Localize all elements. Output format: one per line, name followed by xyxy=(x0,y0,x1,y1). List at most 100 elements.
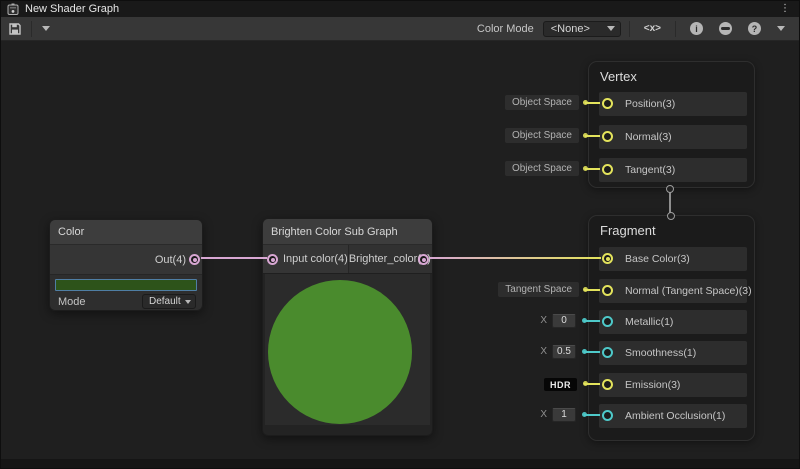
shader-graph-icon xyxy=(7,3,19,15)
vertex-node-title: Vertex xyxy=(600,69,637,84)
save-icon xyxy=(9,23,21,35)
position-port[interactable] xyxy=(602,98,613,109)
emission-port[interactable] xyxy=(602,379,613,390)
tangent-port[interactable] xyxy=(602,164,613,175)
metallic-control: X 0 xyxy=(540,313,576,328)
edge-subgraph-to-fragment[interactable] xyxy=(430,257,601,259)
base-color-port[interactable] xyxy=(602,253,613,264)
out-label: Out(4) xyxy=(155,254,186,266)
connector-dot xyxy=(667,212,675,220)
input-color-label: Input color(4) xyxy=(283,253,348,265)
toolbar: Color Mode <None> <x> i ? xyxy=(1,17,799,41)
slot-normal-tangent-space: Normal (Tangent Space)(3) xyxy=(599,279,747,303)
slot-label: Normal(3) xyxy=(625,131,672,143)
stub-wire xyxy=(585,102,600,104)
normal-tangent-space-port[interactable] xyxy=(602,285,613,296)
subgraph-preview xyxy=(265,274,430,425)
space-hint-normal-ts: Tangent Space xyxy=(498,282,579,297)
hdr-badge[interactable]: HDR xyxy=(544,378,577,391)
stub-wire xyxy=(584,351,600,353)
normal-port[interactable] xyxy=(602,131,613,142)
subgraph-node-header[interactable]: Brighten Color Sub Graph xyxy=(263,219,432,245)
chevron-down-icon xyxy=(42,26,50,31)
subgraph-node[interactable]: Brighten Color Sub Graph Input color(4) … xyxy=(262,218,433,436)
code-icon: <x> xyxy=(644,23,661,34)
color-mode-value: <None> xyxy=(551,23,590,35)
ambient-occlusion-control: X 1 xyxy=(540,407,576,422)
chevron-down-icon xyxy=(607,26,615,31)
title-bar: New Shader Graph ⋮ xyxy=(1,1,799,17)
color-mode-dropdown[interactable]: <None> xyxy=(543,21,621,37)
color-out-row: Out(4) xyxy=(50,245,202,274)
slot-label: Smoothness(1) xyxy=(625,347,696,359)
color-node[interactable]: Color Out(4) Mode Default xyxy=(49,219,203,311)
slot-metallic: Metallic(1) xyxy=(599,310,747,334)
smoothness-value-field[interactable]: 0.5 xyxy=(552,345,576,359)
main-preview-button[interactable] xyxy=(713,18,738,40)
slot-label: Position(3) xyxy=(625,98,675,110)
window-bottom-edge xyxy=(1,459,799,468)
color-node-title: Color xyxy=(58,226,84,238)
toolbar-separator xyxy=(675,21,676,37)
help-button[interactable]: ? xyxy=(742,18,767,40)
color-out-port[interactable] xyxy=(189,254,200,265)
subgraph-node-title: Brighten Color Sub Graph xyxy=(271,226,398,238)
edge-color-to-subgraph[interactable] xyxy=(201,257,267,259)
brighter-color-port[interactable] xyxy=(418,254,429,265)
space-hint-position: Object Space xyxy=(505,95,579,110)
slot-ambient-occlusion: Ambient Occlusion(1) xyxy=(599,404,747,428)
smoothness-control: X 0.5 xyxy=(540,344,576,359)
mode-row: Mode Default xyxy=(50,291,202,309)
slot-emission: Emission(3) xyxy=(599,373,747,397)
slot-label: Emission(3) xyxy=(625,379,680,391)
stub-wire xyxy=(585,168,600,170)
metallic-port[interactable] xyxy=(602,316,613,327)
axis-label: X xyxy=(540,315,547,326)
slot-smoothness: Smoothness(1) xyxy=(599,341,747,365)
color-node-header[interactable]: Color xyxy=(50,220,202,245)
fragment-node[interactable]: Fragment Base Color(3) Normal (Tangent S… xyxy=(588,215,755,441)
save-asset-button[interactable] xyxy=(3,18,27,40)
info-icon: i xyxy=(690,22,703,35)
input-color-port[interactable] xyxy=(267,254,278,265)
kebab-menu-icon[interactable]: ⋮ xyxy=(780,4,790,14)
slot-label: Metallic(1) xyxy=(625,316,673,328)
save-options-button[interactable] xyxy=(36,18,56,40)
sphere-preview-icon xyxy=(719,22,732,35)
color-node-body: Mode Default xyxy=(50,274,202,311)
chevron-down-icon xyxy=(777,26,785,31)
slot-normal: Normal(3) xyxy=(599,125,747,149)
toolbar-separator xyxy=(31,21,32,37)
graph-inspector-button[interactable]: i xyxy=(684,18,709,40)
ambient-occlusion-port[interactable] xyxy=(602,410,613,421)
shader-graph-window: New Shader Graph ⋮ Color Mode <None> xyxy=(0,0,800,469)
view-generated-shader-button[interactable]: <x> xyxy=(638,18,667,40)
stub-wire xyxy=(584,383,600,385)
metallic-value-field[interactable]: 0 xyxy=(552,314,576,328)
connector-dot xyxy=(666,185,674,193)
axis-label: X xyxy=(540,346,547,357)
color-mode-label: Color Mode xyxy=(477,23,534,35)
smoothness-port[interactable] xyxy=(602,347,613,358)
slot-base-color: Base Color(3) xyxy=(599,247,747,271)
toolbar-more-button[interactable] xyxy=(771,18,791,40)
vertex-node[interactable]: Vertex Position(3) Normal(3) Tangent(3) xyxy=(588,61,755,188)
slot-label: Base Color(3) xyxy=(625,253,690,265)
axis-label: X xyxy=(540,409,547,420)
ambient-occlusion-value-field[interactable]: 1 xyxy=(552,408,576,422)
preview-sphere xyxy=(268,280,412,424)
stub-wire xyxy=(585,135,600,137)
mode-label: Mode xyxy=(58,296,86,308)
help-icon: ? xyxy=(748,22,761,35)
slot-label: Normal (Tangent Space)(3) xyxy=(625,285,752,297)
mode-dropdown[interactable]: Default xyxy=(142,294,196,309)
stub-wire xyxy=(584,320,600,322)
window-title: New Shader Graph xyxy=(25,3,119,15)
subgraph-ports-row: Input color(4) Brighter_color(4) xyxy=(263,245,432,274)
color-swatch[interactable] xyxy=(55,279,197,291)
stub-wire xyxy=(584,289,600,291)
stub-wire xyxy=(584,414,600,416)
toolbar-separator xyxy=(629,21,630,37)
space-hint-normal: Object Space xyxy=(505,128,579,143)
space-hint-tangent: Object Space xyxy=(505,161,579,176)
